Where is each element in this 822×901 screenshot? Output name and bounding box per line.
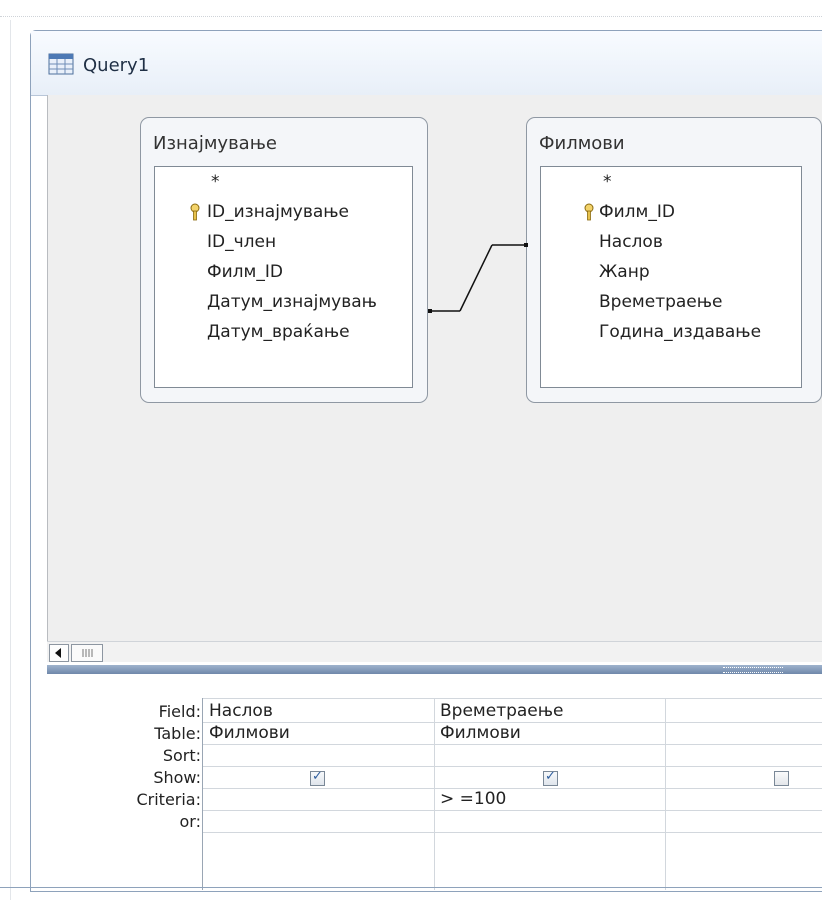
pane-splitter[interactable] bbox=[47, 665, 822, 674]
splitter-grip[interactable] bbox=[723, 667, 783, 673]
title-bar[interactable]: Query1 bbox=[31, 31, 822, 96]
horizontal-scrollbar[interactable] bbox=[47, 641, 822, 662]
show-checkbox[interactable]: ✓ bbox=[310, 769, 325, 786]
window-title: Query1 bbox=[83, 55, 150, 76]
grid-table-cell[interactable]: Филмови bbox=[440, 722, 521, 744]
scroll-thumb[interactable] bbox=[71, 644, 103, 662]
show-checkbox[interactable] bbox=[774, 771, 789, 786]
row-label-show: Show: bbox=[153, 768, 201, 787]
check-mark-icon: ✓ bbox=[312, 769, 323, 784]
left-edge bbox=[0, 20, 11, 900]
grid-field-cell[interactable]: Времетраење bbox=[440, 700, 564, 722]
query-window: Query1 Изнајмување * ID_изнајмување ID_ч… bbox=[30, 30, 822, 892]
relationship-join-line[interactable] bbox=[48, 95, 822, 641]
arrow-left-icon[interactable] bbox=[49, 644, 69, 662]
query-design-grid-area: Field: Table: Sort: Show: Criteria: or: … bbox=[47, 674, 822, 890]
grid-field-cell[interactable]: Наслов bbox=[209, 700, 273, 722]
row-label-table: Table: bbox=[154, 724, 201, 743]
row-label-criteria: Criteria: bbox=[136, 790, 201, 809]
bottom-edge bbox=[0, 887, 822, 888]
row-label-or: or: bbox=[179, 812, 201, 831]
table-design-area[interactable]: Изнајмување * ID_изнајмување ID_член Фил… bbox=[47, 95, 822, 641]
show-checkbox[interactable]: ✓ bbox=[543, 769, 558, 786]
top-dotted-edge bbox=[0, 16, 822, 17]
grid-table-cell[interactable]: Филмови bbox=[209, 722, 290, 744]
row-label-field: Field: bbox=[158, 702, 201, 721]
query-icon bbox=[48, 53, 74, 75]
row-label-sort: Sort: bbox=[162, 746, 201, 765]
check-mark-icon: ✓ bbox=[545, 769, 556, 784]
grid-criteria-cell[interactable]: > =100 bbox=[440, 788, 506, 810]
query-design-grid[interactable]: Наслов Филмови ✓ Времетраење Филмови ✓ >… bbox=[202, 698, 822, 890]
